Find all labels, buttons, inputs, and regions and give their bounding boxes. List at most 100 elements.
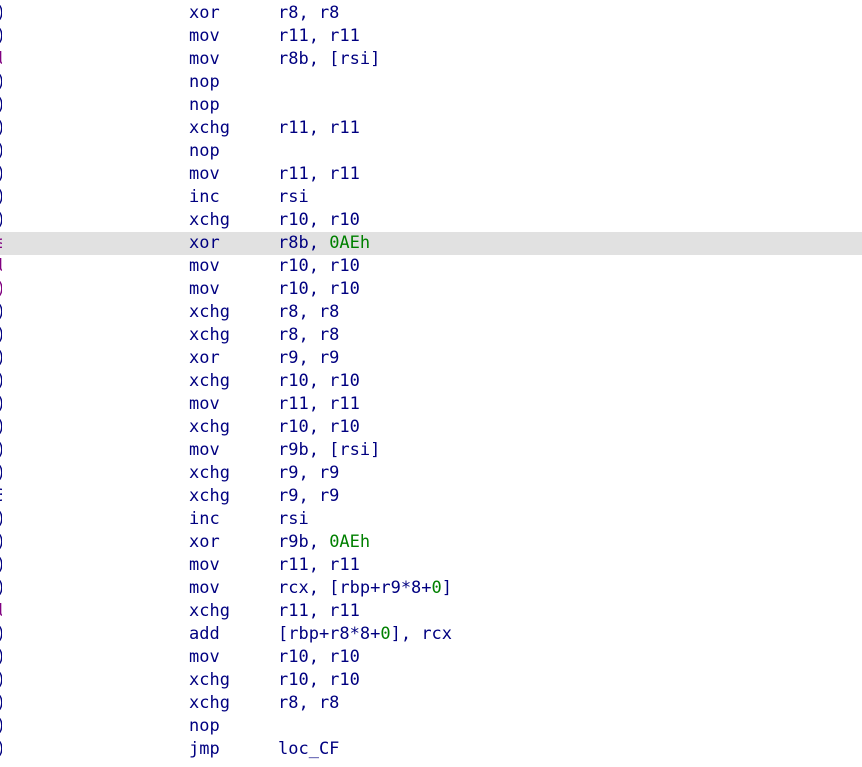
instruction-row[interactable]: ) mov r9b, [rsi] xyxy=(0,439,862,462)
instruction-row[interactable]: l mov r10, r10 xyxy=(0,255,862,278)
instruction-row[interactable]: ) xchg r10, r10 xyxy=(0,370,862,393)
address-gutter-fragment: ) xyxy=(0,646,2,669)
instruction-operands: r8, r8 xyxy=(278,2,339,25)
instruction-row[interactable]: ) xchg r8, r8 xyxy=(0,301,862,324)
instruction-row[interactable]: ) xor r9, r9 xyxy=(0,347,862,370)
operand-text: r11, r11 xyxy=(278,164,360,184)
instruction-mnemonic: nop xyxy=(189,141,220,161)
operand-text: r10, r10 xyxy=(278,670,360,690)
operand-text: r9b, xyxy=(278,532,330,552)
address-gutter-fragment: ) xyxy=(0,554,2,577)
instruction-row[interactable]: ) nop xyxy=(0,715,862,738)
instruction-operands: r11, r11 xyxy=(278,25,360,48)
address-gutter-fragment: ) xyxy=(0,738,2,761)
instruction-operands: r9, r9 xyxy=(278,462,339,485)
operand-number: 0AEh xyxy=(329,532,371,552)
address-gutter-fragment: ) xyxy=(0,715,2,738)
instruction-mnemonic: mov xyxy=(189,164,220,184)
instruction-mnemonic: mov xyxy=(189,394,220,414)
instruction-row[interactable]: 3 xchg r9, r9 xyxy=(0,485,862,508)
instruction-row[interactable]: ) nop xyxy=(0,94,862,117)
instruction-row[interactable]: ) xchg r10, r10 xyxy=(0,209,862,232)
operand-text: rcx, [rbp+r9*8+ xyxy=(278,578,432,598)
instruction-mnemonic: mov xyxy=(189,279,220,299)
address-gutter-fragment: ) xyxy=(0,163,2,186)
instruction-operands: r9b, [rsi] xyxy=(278,439,380,462)
address-gutter-fragment: ) xyxy=(0,508,2,531)
instruction-operands: r10, r10 xyxy=(278,255,360,278)
address-gutter-fragment: ) xyxy=(0,140,2,163)
operand-number: 0 xyxy=(380,624,391,644)
address-gutter-fragment: ) xyxy=(0,209,2,232)
instruction-operands: r9b, 0AEh xyxy=(278,531,370,554)
instruction-operands: r11, r11 xyxy=(278,117,360,140)
instruction-operands: loc_CF xyxy=(278,738,339,761)
operand-number: 0AEh xyxy=(329,233,371,253)
operand-text: loc_CF xyxy=(278,739,340,759)
operand-text: r10, r10 xyxy=(278,279,360,299)
instruction-row[interactable]: ) xor r8, r8 xyxy=(0,2,862,25)
instruction-row[interactable]: ) inc rsi xyxy=(0,186,862,209)
instruction-row[interactable]: ) xchg r10, r10 xyxy=(0,416,862,439)
instruction-mnemonic: inc xyxy=(189,509,220,529)
instruction-row[interactable]: ) xchg r8, r8 xyxy=(0,692,862,715)
instruction-row[interactable]: l mov r8b, [rsi] xyxy=(0,48,862,71)
instruction-operands: rsi xyxy=(278,508,309,531)
instruction-row[interactable]: ) mov r11, r11 xyxy=(0,163,862,186)
instruction-mnemonic: nop xyxy=(189,72,220,92)
address-gutter-fragment: ) xyxy=(0,439,2,462)
address-gutter-fragment: ) xyxy=(0,25,2,48)
instruction-row-selected[interactable]: s xor r8b, 0AEh xyxy=(0,232,862,255)
instruction-mnemonic: mov xyxy=(189,26,220,46)
operand-text: ] xyxy=(441,578,453,598)
instruction-row[interactable]: ) xchg r8, r8 xyxy=(0,324,862,347)
operand-number: 0 xyxy=(431,578,442,598)
instruction-row[interactable]: ) mov r11, r11 xyxy=(0,554,862,577)
instruction-row[interactable]: ) nop xyxy=(0,140,862,163)
address-gutter-fragment: ) xyxy=(0,117,2,140)
operand-text: r11, r11 xyxy=(278,394,360,414)
address-gutter-fragment: l xyxy=(0,600,2,623)
instruction-row[interactable]: ) mov rcx, [rbp+r9*8+0] xyxy=(0,577,862,600)
instruction-row[interactable]: l xchg r11, r11 xyxy=(0,600,862,623)
instruction-row[interactable]: ) mov r11, r11 xyxy=(0,393,862,416)
instruction-operands: r11, r11 xyxy=(278,554,360,577)
instruction-row[interactable]: ) mov r10, r10 xyxy=(0,278,862,301)
instruction-row[interactable]: ) xor r9b, 0AEh xyxy=(0,531,862,554)
address-gutter-fragment: ) xyxy=(0,623,2,646)
instruction-mnemonic: xchg xyxy=(189,601,230,621)
instruction-row[interactable]: ) xchg r10, r10 xyxy=(0,669,862,692)
operand-text: r11, r11 xyxy=(278,26,360,46)
instruction-mnemonic: xor xyxy=(189,3,220,23)
instruction-operands: r8b, 0AEh xyxy=(278,232,370,255)
instruction-mnemonic: mov xyxy=(189,440,220,460)
instruction-mnemonic: inc xyxy=(189,187,220,207)
address-gutter-fragment: 3 xyxy=(0,485,2,508)
instruction-mnemonic: xchg xyxy=(189,486,230,506)
disassembly-listing[interactable]: ) xor r8, r8) mov r11, r11 l mov r8b, [rsi]) nop… xyxy=(0,2,862,765)
operand-text: r10, r10 xyxy=(278,210,360,230)
address-gutter-fragment: l xyxy=(0,255,2,278)
instruction-operands: r8, r8 xyxy=(278,692,339,715)
instruction-operands: rcx, [rbp+r9*8+0] xyxy=(278,577,452,600)
address-gutter-fragment: ) xyxy=(0,301,2,324)
instruction-row[interactable]: ) nop xyxy=(0,71,862,94)
operand-text: r8b, xyxy=(278,233,330,253)
instruction-mnemonic: xchg xyxy=(189,210,230,230)
operand-text: r10, r10 xyxy=(278,256,360,276)
instruction-mnemonic: xchg xyxy=(189,417,230,437)
instruction-mnemonic: xchg xyxy=(189,118,230,138)
instruction-row[interactable]: ) inc rsi xyxy=(0,508,862,531)
operand-text: rsi xyxy=(278,509,309,529)
instruction-mnemonic: jmp xyxy=(189,739,220,759)
address-gutter-fragment: s xyxy=(0,232,2,255)
address-gutter-fragment: l xyxy=(0,48,2,71)
operand-text: r9, r9 xyxy=(278,348,340,368)
instruction-row[interactable]: ) xchg r9, r9 xyxy=(0,462,862,485)
instruction-row[interactable]: ) jmp loc_CF xyxy=(0,738,862,761)
instruction-row[interactable]: ) add [rbp+r8*8+0], rcx xyxy=(0,623,862,646)
instruction-row[interactable]: ) mov r10, r10 xyxy=(0,646,862,669)
instruction-row[interactable]: ) xchg r11, r11 xyxy=(0,117,862,140)
instruction-row[interactable]: ) mov r11, r11 xyxy=(0,25,862,48)
address-gutter-fragment: ) xyxy=(0,393,2,416)
